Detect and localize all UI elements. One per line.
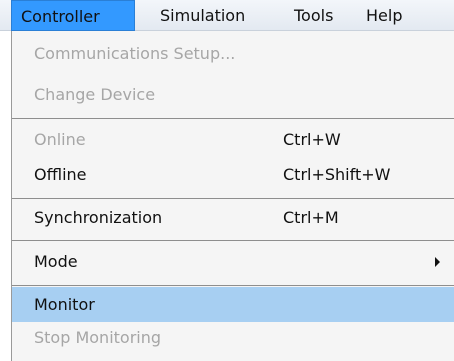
menu-help[interactable]: Help <box>357 0 411 31</box>
menu-separator <box>12 285 454 286</box>
menu-simulation[interactable]: Simulation <box>151 0 254 31</box>
menu-item-monitor[interactable]: Monitor <box>12 287 454 322</box>
menu-separator <box>12 198 454 199</box>
menu-item-shortcut: Ctrl+M <box>283 208 339 227</box>
menu-separator <box>12 118 454 119</box>
controller-dropdown-menu: Communications Setup... Change Device On… <box>11 31 454 361</box>
menu-item-label: Stop Monitoring <box>34 328 162 347</box>
menu-tools[interactable]: Tools <box>285 0 342 31</box>
menu-item-label: Monitor <box>34 295 95 314</box>
menu-separator <box>12 240 454 241</box>
menu-item-stop-monitoring[interactable]: Stop Monitoring <box>12 323 454 353</box>
menu-item-label: Synchronization <box>34 208 163 227</box>
menu-item-mode[interactable]: Mode <box>12 249 454 275</box>
menu-item-shortcut: Ctrl+Shift+W <box>283 165 391 184</box>
menu-item-label: Offline <box>34 165 87 184</box>
menu-item-label: Change Device <box>34 85 156 104</box>
submenu-arrow-icon <box>435 257 440 267</box>
menu-item-label: Mode <box>34 252 78 271</box>
menu-item-label: Communications Setup... <box>34 44 236 63</box>
menu-controller[interactable]: Controller <box>11 0 135 31</box>
menu-item-synchronization[interactable]: Synchronization Ctrl+M <box>12 205 454 231</box>
menu-item-offline[interactable]: Offline Ctrl+Shift+W <box>12 162 454 188</box>
menu-item-shortcut: Ctrl+W <box>283 130 341 149</box>
menu-item-communications-setup[interactable]: Communications Setup... <box>12 41 454 67</box>
menu-item-change-device[interactable]: Change Device <box>12 82 454 108</box>
menu-bar: Controller Simulation Tools Help <box>0 0 454 31</box>
menu-item-online[interactable]: Online Ctrl+W <box>12 127 454 153</box>
menu-item-label: Online <box>34 130 86 149</box>
